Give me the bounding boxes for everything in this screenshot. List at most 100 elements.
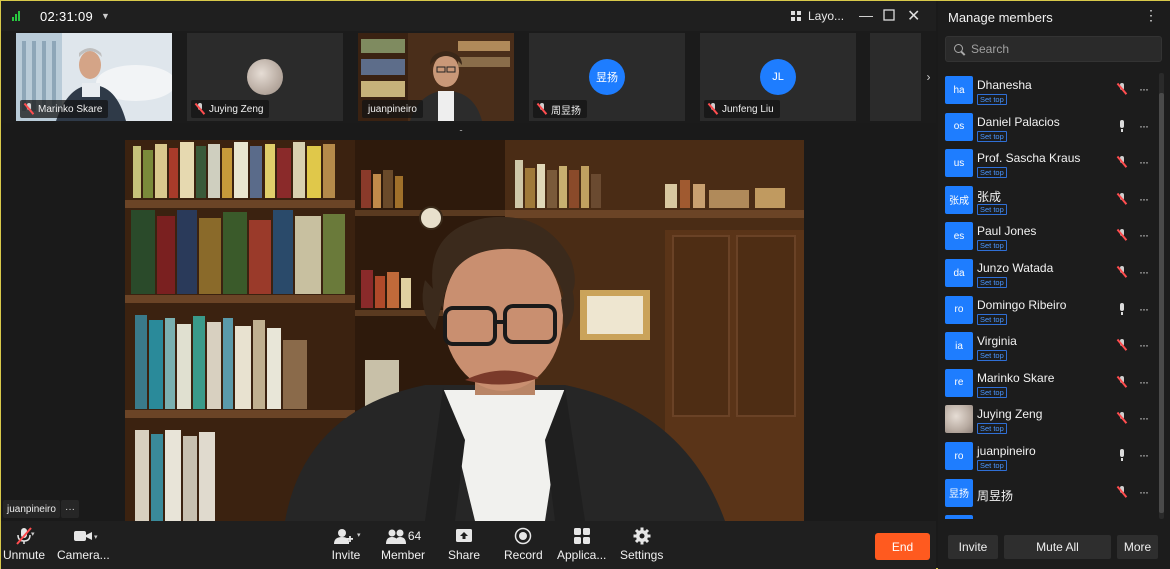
panel-invite-button[interactable]: Invite <box>948 535 998 559</box>
mic-on-icon[interactable] <box>1117 119 1127 133</box>
participant-tile[interactable]: 昱扬 周昱扬 <box>529 33 685 121</box>
invite-button[interactable]: ▾ Invite <box>330 527 362 562</box>
participant-name-tag: juanpineiro <box>362 100 423 118</box>
participant-tile[interactable] <box>870 33 921 121</box>
end-meeting-button[interactable]: End <box>875 533 930 560</box>
set-top-button[interactable]: Set top <box>977 277 1007 288</box>
set-top-button[interactable]: Set top <box>977 240 1007 252</box>
speaker-video[interactable] <box>125 140 804 521</box>
speaker-more-button[interactable]: ··· <box>61 500 79 518</box>
member-name: Junzo Watada <box>977 261 1054 275</box>
member-more-icon[interactable]: ··· <box>1139 375 1149 389</box>
mic-muted-icon[interactable] <box>1117 412 1127 424</box>
avatar: da <box>945 259 973 287</box>
minimize-icon[interactable]: — <box>859 7 873 23</box>
set-top-button[interactable]: Set top <box>977 130 1007 142</box>
record-button[interactable]: Record <box>504 527 543 562</box>
mic-muted-icon[interactable] <box>1117 485 1127 498</box>
avatar: re <box>945 368 973 397</box>
member-row[interactable]: Juying Zeng Set top ··· <box>945 402 1163 438</box>
mic-muted-icon[interactable] <box>1117 339 1127 351</box>
member-more-icon[interactable]: ··· <box>1139 302 1149 316</box>
member-row[interactable]: 昱扬 周昱扬 ··· <box>945 476 1163 512</box>
layout-button[interactable]: Layo... <box>791 9 844 23</box>
member-name: juanpineiro <box>977 444 1036 458</box>
mic-muted-icon[interactable] <box>1117 375 1127 388</box>
member-more-icon[interactable]: ··· <box>1139 155 1149 169</box>
set-top-button[interactable]: Set top <box>977 313 1007 325</box>
member-more-icon[interactable]: ··· <box>1139 119 1149 133</box>
invite-label: Invite <box>331 548 361 562</box>
maximize-icon[interactable] <box>883 8 895 24</box>
member-row[interactable]: ia Virginia Set top ··· <box>945 329 1163 365</box>
member-name: 周昱扬 <box>977 488 1014 503</box>
member-row[interactable]: re Marinko Skare Set top ··· <box>945 366 1163 402</box>
set-top-button[interactable]: Set top <box>977 94 1007 105</box>
avatar: 昱扬 <box>945 478 973 507</box>
participant-name: Marinko Skare <box>38 103 103 115</box>
share-label: Share <box>448 548 481 562</box>
network-signal-icon[interactable] <box>12 11 20 21</box>
member-list-scrollbar[interactable] <box>1159 73 1164 519</box>
member-row[interactable] <box>945 512 1163 519</box>
member-row[interactable]: da Junzo Watada Set top ··· <box>945 256 1163 292</box>
mic-muted-icon[interactable] <box>1117 192 1127 205</box>
member-more-icon[interactable]: ··· <box>1139 192 1149 206</box>
mic-muted-icon <box>708 103 718 115</box>
participant-tile[interactable]: JL Junfeng Liu <box>700 33 856 121</box>
mute-all-button[interactable]: Mute All <box>1004 535 1111 559</box>
participant-tile[interactable]: Juying Zeng <box>187 33 343 121</box>
chevron-right-icon[interactable]: › <box>921 31 936 123</box>
member-row[interactable]: os Daniel Palacios Set top ··· <box>945 110 1163 146</box>
applications-button[interactable]: Applica... <box>557 527 606 562</box>
participant-tile[interactable]: Marinko Skare <box>16 33 172 121</box>
participant-name-tag: Marinko Skare <box>20 100 109 118</box>
participant-name: Junfeng Liu <box>722 103 774 115</box>
camera-button[interactable]: ▾ Camera... <box>57 527 110 562</box>
member-button[interactable]: 64 Member <box>381 527 425 562</box>
close-icon[interactable]: ✕ <box>907 6 920 26</box>
mic-on-icon[interactable] <box>1117 302 1127 316</box>
set-top-button[interactable]: Set top <box>977 350 1007 362</box>
set-top-button[interactable]: Set top <box>977 386 1007 398</box>
member-row[interactable]: ro Domingo Ribeiro Set top ··· <box>945 293 1163 329</box>
member-more-icon[interactable]: ··· <box>1139 82 1149 96</box>
scrollbar-thumb[interactable] <box>1159 93 1164 513</box>
member-more-icon[interactable]: ··· <box>1139 448 1149 462</box>
avatar: ia <box>945 332 973 361</box>
member-name: Juying Zeng <box>977 407 1043 422</box>
mic-on-icon[interactable] <box>1117 449 1127 462</box>
mic-muted-icon[interactable] <box>1117 83 1127 95</box>
share-button[interactable]: Share <box>448 527 480 562</box>
member-name: Dhanesha <box>977 78 1032 92</box>
member-row[interactable]: es Paul Jones Set top ··· <box>945 219 1163 255</box>
member-row[interactable]: us Prof. Sascha Kraus Set top ··· <box>945 146 1163 182</box>
panel-more-options-button[interactable]: More <box>1117 535 1158 559</box>
panel-more-button[interactable]: ⋮ <box>1144 7 1158 24</box>
search-input[interactable] <box>971 42 1151 56</box>
set-top-button[interactable]: Set top <box>977 423 1007 435</box>
member-row[interactable]: ro juanpineiro Set top ··· <box>945 439 1163 475</box>
member-search[interactable] <box>945 36 1162 62</box>
participant-name-tag: Juying Zeng <box>191 100 270 118</box>
set-top-button[interactable]: Set top <box>977 460 1007 471</box>
member-more-icon[interactable]: ··· <box>1139 338 1149 352</box>
svg-text:▾: ▾ <box>94 533 98 541</box>
member-more-icon[interactable]: ··· <box>1139 485 1149 499</box>
set-top-button[interactable]: Set top <box>977 167 1007 179</box>
mic-muted-icon[interactable] <box>1117 156 1127 168</box>
chevron-down-icon[interactable]: ▼ <box>101 11 110 21</box>
avatar: ha <box>945 76 973 104</box>
participant-tile[interactable]: juanpineiro <box>358 33 514 121</box>
settings-button[interactable]: Settings <box>620 527 663 562</box>
panel-title: Manage members <box>948 10 1053 25</box>
mic-muted-icon[interactable] <box>1117 229 1127 241</box>
member-more-icon[interactable]: ··· <box>1139 411 1149 425</box>
member-row[interactable]: 张成 张成 Set top ··· <box>945 183 1163 219</box>
member-more-icon[interactable]: ··· <box>1139 265 1149 279</box>
mic-muted-icon[interactable] <box>1117 266 1127 278</box>
unmute-button[interactable]: ▾ Unmute <box>3 527 45 562</box>
member-more-icon[interactable]: ··· <box>1139 228 1149 242</box>
member-row[interactable]: ha Dhanesha Set top ··· <box>945 73 1163 109</box>
set-top-button[interactable]: Set top <box>977 203 1007 215</box>
